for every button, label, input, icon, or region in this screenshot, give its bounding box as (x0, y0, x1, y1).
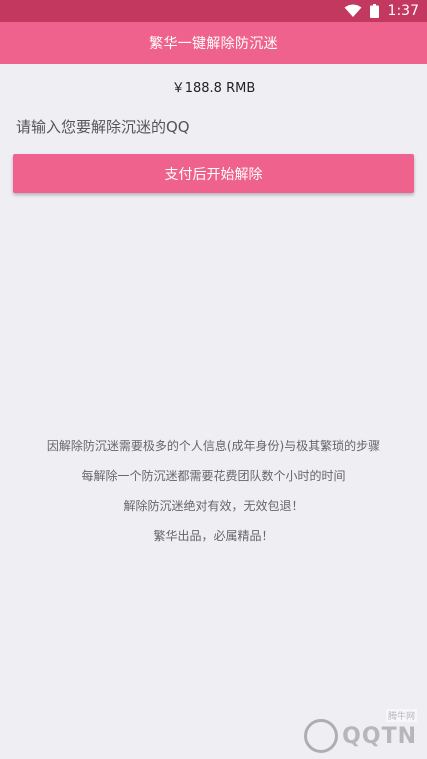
note-line: 解除防沉迷绝对有效，无效包退！ (123, 499, 304, 513)
app-title: 繁华一键解除防沉迷 (149, 36, 278, 52)
watermark-subtext: 腾牛网 (385, 709, 417, 722)
wifi-icon (344, 4, 362, 17)
app-bar: 繁华一键解除防沉迷 (0, 22, 427, 64)
notes: 因解除防沉迷需要极多的个人信息(成年身份)与极其繁琐的步骤 每解除一个防沉迷都需… (0, 433, 427, 553)
watermark-logo-icon (304, 719, 339, 753)
watermark: QQTN 腾牛网 (304, 709, 417, 753)
note-line: 因解除防沉迷需要极多的个人信息(成年身份)与极其繁琐的步骤 (46, 439, 381, 453)
battery-icon (368, 4, 382, 18)
note-line: 每解除一个防沉迷都需要花费团队数个小时的时间 (81, 469, 346, 483)
pay-button[interactable]: 支付后开始解除 (13, 154, 414, 193)
status-bar: 1:37 (0, 0, 427, 22)
price-label: ￥188.8 RMB (171, 81, 256, 96)
status-icons: 1:37 (344, 2, 419, 20)
note-line: 繁华出品，必属精品！ (153, 529, 274, 543)
watermark-text: QQTN (342, 723, 417, 749)
status-time: 1:37 (387, 3, 419, 19)
qq-input[interactable] (16, 113, 411, 141)
